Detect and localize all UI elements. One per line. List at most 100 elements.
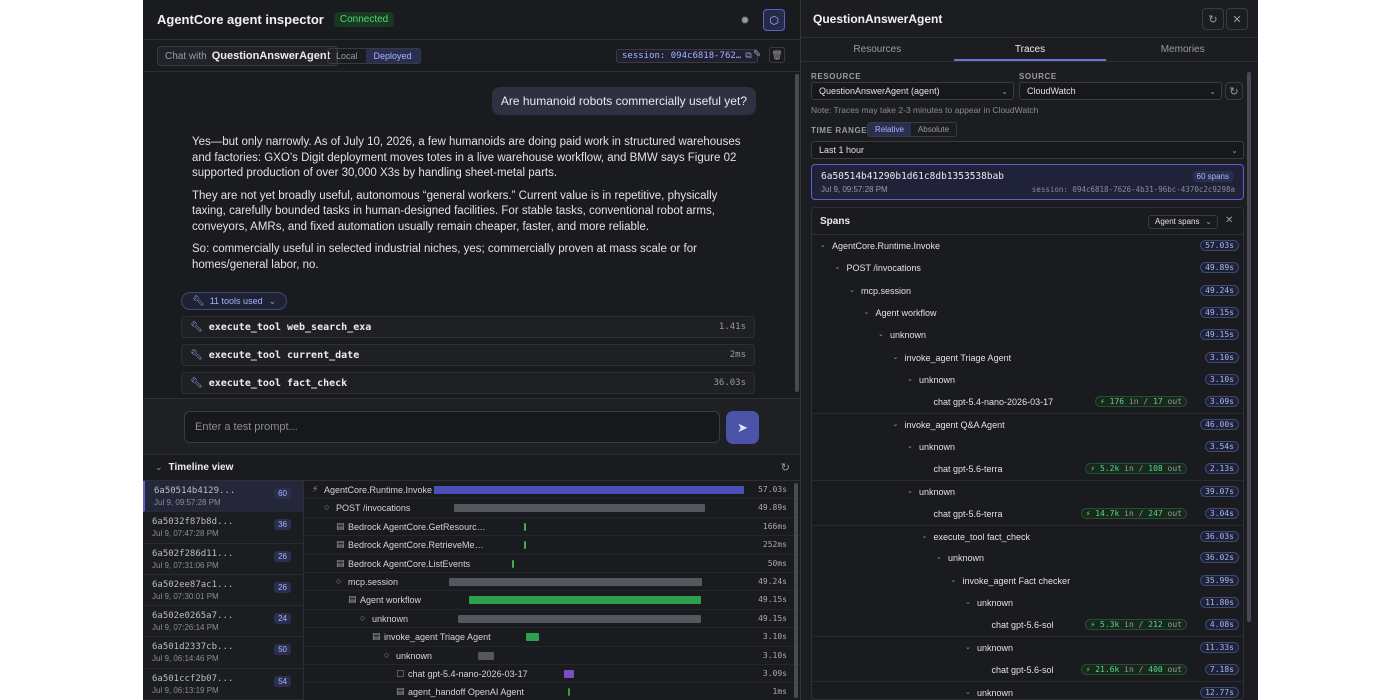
time-absolute[interactable]: Absolute <box>911 123 956 136</box>
chevron-down-icon[interactable]: ⌄ <box>907 442 913 450</box>
timeline-scrollbar[interactable] <box>794 483 798 698</box>
chevron-down-icon[interactable]: ⌄ <box>835 263 841 271</box>
time-range-select[interactable]: Last 1 hour ⌄ <box>811 141 1244 159</box>
tool-call-row[interactable]: 🔧︎ execute_tool current_date 2ms <box>181 344 755 366</box>
span-row[interactable]: ⌄ unknown 11.80s <box>812 592 1243 614</box>
timeline-row[interactable]: ○ POST /invocations 49.89s <box>304 499 800 518</box>
span-row[interactable]: chat gpt-5.6-terra ⚡︎ 5.2k in / 108 out 2.… <box>812 458 1243 480</box>
chevron-down-icon[interactable]: ⌄ <box>965 598 971 606</box>
chevron-down-icon[interactable]: ⌄ <box>907 375 913 383</box>
span-row[interactable]: chat gpt-5.6-terra ⚡︎ 14.7k in / 247 out 3… <box>812 503 1243 525</box>
timeline-row[interactable]: ▤ invoke_agent Triage Agent 3.10s <box>304 628 800 647</box>
spans-filter-value: Agent spans <box>1155 217 1200 226</box>
span-duration: 36.03s <box>1200 530 1239 542</box>
span-row[interactable]: ⌄ invoke_agent Triage Agent 3.10s <box>812 347 1243 369</box>
span-row[interactable]: ⌄ unknown 36.02s <box>812 547 1243 569</box>
span-duration: 49.15s <box>1200 306 1239 318</box>
source-select[interactable]: CloudWatch ⌄ <box>1019 82 1222 100</box>
chevron-down-icon[interactable]: ⌄ <box>965 643 971 651</box>
chevron-down-icon[interactable]: ⌄ <box>936 553 942 561</box>
tool-call-row[interactable]: 🔧︎ execute_tool web_search_exa 1.41s <box>181 316 755 338</box>
spans-filter-select[interactable]: Agent spans ⌄ <box>1148 215 1218 229</box>
copy-icon[interactable]: ⧉ <box>745 51 751 61</box>
span-row[interactable]: ⌄ unknown 3.10s <box>812 369 1243 391</box>
span-row[interactable]: ⌄ unknown 39.07s <box>812 480 1243 502</box>
trace-list-item[interactable]: 6a50514b4129... Jul 9, 09:57:28 PM 60 <box>143 481 303 513</box>
refresh-icon[interactable]: ↻ <box>781 461 790 474</box>
timeline-row[interactable]: ▤ Agent workflow 49.15s <box>304 591 800 610</box>
span-row[interactable]: ⌄ unknown 12.77s <box>812 681 1243 699</box>
span-row[interactable]: ⌄ AgentCore.Runtime.Invoke 57.03s <box>812 235 1243 257</box>
refresh-icon[interactable]: ↻ <box>1202 8 1224 30</box>
trace-list-item[interactable]: 6a502f286d11... Jul 9, 07:31:06 PM 26 <box>143 544 303 575</box>
wrench-icon: 🔧︎ <box>192 295 205 307</box>
refresh-icon[interactable]: ↻ <box>1225 82 1243 100</box>
span-label: unknown <box>977 643 1014 654</box>
trace-list-item[interactable]: 6a502ee87ac1... Jul 9, 07:30:01 PM 26 <box>143 575 303 607</box>
span-type-icon: ▤ <box>336 539 345 550</box>
timeline-row[interactable]: ⚡ AgentCore.Runtime.Invoke 57.03s <box>304 481 800 500</box>
chevron-down-icon[interactable]: ⌄ <box>922 532 928 540</box>
bug-icon[interactable]: ✹ <box>734 9 756 31</box>
panel-scrollbar[interactable] <box>1247 72 1251 622</box>
token-usage-badge: ⚡︎ 5.3k in / 212 out <box>1085 619 1187 631</box>
time-range-toggle: Relative Absolute <box>867 122 958 137</box>
trash-icon[interactable]: 🗑 <box>769 47 785 63</box>
timeline-row[interactable]: ○ unknown 49.15s <box>304 610 800 629</box>
send-button[interactable]: ➤ <box>726 411 759 444</box>
chevron-down-icon[interactable]: ⌄ <box>820 241 826 249</box>
span-row[interactable]: ⌄ invoke_agent Fact checker 35.99s <box>812 570 1243 592</box>
trace-list-item[interactable]: 6a501d2337cb... Jul 9, 06:14:46 PM 50 <box>143 637 303 669</box>
tab-traces[interactable]: Traces <box>953 38 1107 61</box>
trace-list-time: Jul 9, 09:57:28 PM <box>154 498 221 507</box>
trace-list-item[interactable]: 6a502e0265a7... Jul 9, 07:26:14 PM 24 <box>143 606 303 638</box>
session-chip[interactable]: session: 094c6818-762… ⧉ <box>616 49 758 63</box>
span-row[interactable]: ⌄ mcp.session 49.24s <box>812 280 1243 302</box>
selected-trace-card[interactable]: 6a50514b41290b1d61c8db1353538bab Jul 9, … <box>811 164 1244 200</box>
resource-select[interactable]: QuestionAnswerAgent (agent) ⌄ <box>811 82 1014 100</box>
close-icon[interactable]: ✕ <box>1226 8 1248 30</box>
agent-selector[interactable]: Chat with QuestionAnswerAgent <box>157 46 339 66</box>
span-row[interactable]: chat gpt-5.6-sol ⚡︎ 5.3k in / 212 out 4.08… <box>812 614 1243 636</box>
chevron-down-icon[interactable]: ⌄ <box>878 330 884 338</box>
span-row[interactable]: ⌄ execute_tool fact_check 36.03s <box>812 524 1243 547</box>
chevron-down-icon[interactable]: ⌄ <box>951 576 957 584</box>
close-icon[interactable]: ✕ <box>1225 215 1233 226</box>
chevron-down-icon[interactable]: ⌄ <box>965 688 971 696</box>
timeline-row[interactable]: ▤ Bedrock AgentCore.GetResourc… 166ms <box>304 518 800 537</box>
span-row[interactable]: chat gpt-5.4-nano-2026-03-17 ⚡︎ 176 in / … <box>812 391 1243 413</box>
timeline-header[interactable]: ⌄ Timeline view ↻ <box>143 455 800 481</box>
timeline-row[interactable]: ▤ Bedrock AgentCore.RetrieveMe… 252ms <box>304 536 800 555</box>
span-row[interactable]: ⌄ unknown 49.15s <box>812 324 1243 346</box>
trace-list-item[interactable]: 6a501ccf2b07... Jul 9, 06:13:19 PM 54 <box>143 669 303 700</box>
chevron-down-icon[interactable]: ⌄ <box>849 286 855 294</box>
tools-used-toggle[interactable]: 🔧︎ 11 tools used ⌄ <box>181 292 288 310</box>
chat-scrollbar[interactable] <box>795 74 799 392</box>
span-type-icon: ▤ <box>336 557 345 568</box>
span-row[interactable]: chat gpt-5.6-sol ⚡︎ 21.6k in / 400 out 7.1… <box>812 659 1243 681</box>
span-row[interactable]: ⌄ POST /invocations 49.89s <box>812 257 1243 279</box>
mode-deployed[interactable]: Deployed <box>365 49 420 63</box>
span-row[interactable]: ⌄ unknown 3.54s <box>812 436 1243 458</box>
timeline-row[interactable]: ○ unknown 3.10s <box>304 647 800 665</box>
chevron-down-icon[interactable]: ⌄ <box>907 487 913 495</box>
chevron-down-icon[interactable]: ⌄ <box>864 308 870 316</box>
cube-icon[interactable]: ⬡ <box>763 9 785 31</box>
mode-local[interactable]: Local <box>328 49 366 63</box>
trace-list-item[interactable]: 6a5032f87b8d... Jul 9, 07:47:28 PM 36 <box>143 512 303 544</box>
tab-memories[interactable]: Memories <box>1106 38 1258 61</box>
span-row[interactable]: ⌄ invoke_agent Q&A Agent 46.00s <box>812 413 1243 435</box>
timeline-row[interactable]: ○ mcp.session 49.24s <box>304 573 800 592</box>
timeline-row[interactable]: ▤ agent_handoff OpenAI Agent 1ms <box>304 683 800 700</box>
tool-call-row[interactable]: 🔧︎ execute_tool fact_check 36.03s <box>181 372 755 394</box>
edit-icon[interactable]: ✎ <box>753 49 761 60</box>
prompt-input[interactable]: Enter a test prompt... <box>184 411 720 443</box>
span-row[interactable]: ⌄ Agent workflow 49.15s <box>812 302 1243 324</box>
chevron-down-icon[interactable]: ⌄ <box>893 420 899 428</box>
tab-resources[interactable]: Resources <box>801 38 954 61</box>
timeline-row[interactable]: ▢ chat gpt-5.4-nano-2026-03-17 3.09s <box>304 665 800 684</box>
chevron-down-icon[interactable]: ⌄ <box>893 353 899 361</box>
time-relative[interactable]: Relative <box>868 123 911 136</box>
span-row[interactable]: ⌄ unknown 11.33s <box>812 636 1243 658</box>
timeline-row[interactable]: ▤ Bedrock AgentCore.ListEvents 50ms <box>304 555 800 573</box>
